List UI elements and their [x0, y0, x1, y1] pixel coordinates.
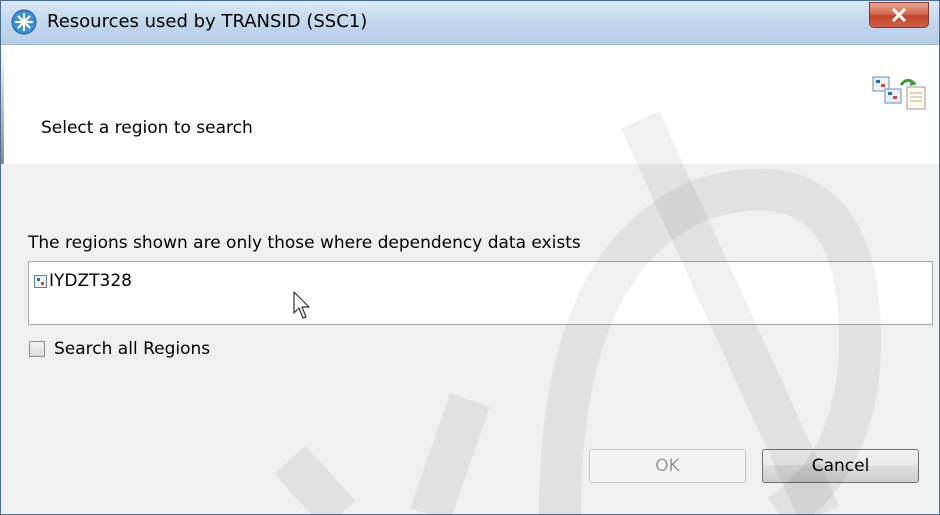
- cancel-button[interactable]: Cancel: [762, 449, 919, 483]
- close-button[interactable]: [869, 2, 929, 28]
- app-icon: [11, 9, 37, 35]
- search-all-checkbox[interactable]: [29, 341, 45, 357]
- header-message: Select a region to search: [41, 118, 253, 138]
- region-label: IYDZT328: [49, 271, 132, 291]
- regions-label: The regions shown are only those where d…: [28, 233, 581, 253]
- regions-list[interactable]: IYDZT328: [28, 261, 933, 325]
- list-item[interactable]: IYDZT328: [34, 271, 132, 291]
- dialog-window: Resources used by TRANSID (SSC1) Select …: [0, 0, 940, 515]
- title-bar[interactable]: Resources used by TRANSID (SSC1): [1, 1, 939, 45]
- search-all-label[interactable]: Search all Regions: [54, 339, 210, 359]
- window-title: Resources used by TRANSID (SSC1): [47, 11, 368, 32]
- header-edge: [1, 45, 4, 164]
- mouse-pointer-icon: [293, 291, 310, 319]
- ok-button[interactable]: OK: [589, 449, 746, 483]
- search-all-regions-option[interactable]: Search all Regions: [29, 338, 210, 360]
- wizard-banner-icon: [872, 76, 926, 110]
- region-icon: [34, 274, 47, 288]
- wizard-header: Select a region to search: [1, 45, 939, 164]
- close-icon: [891, 8, 907, 22]
